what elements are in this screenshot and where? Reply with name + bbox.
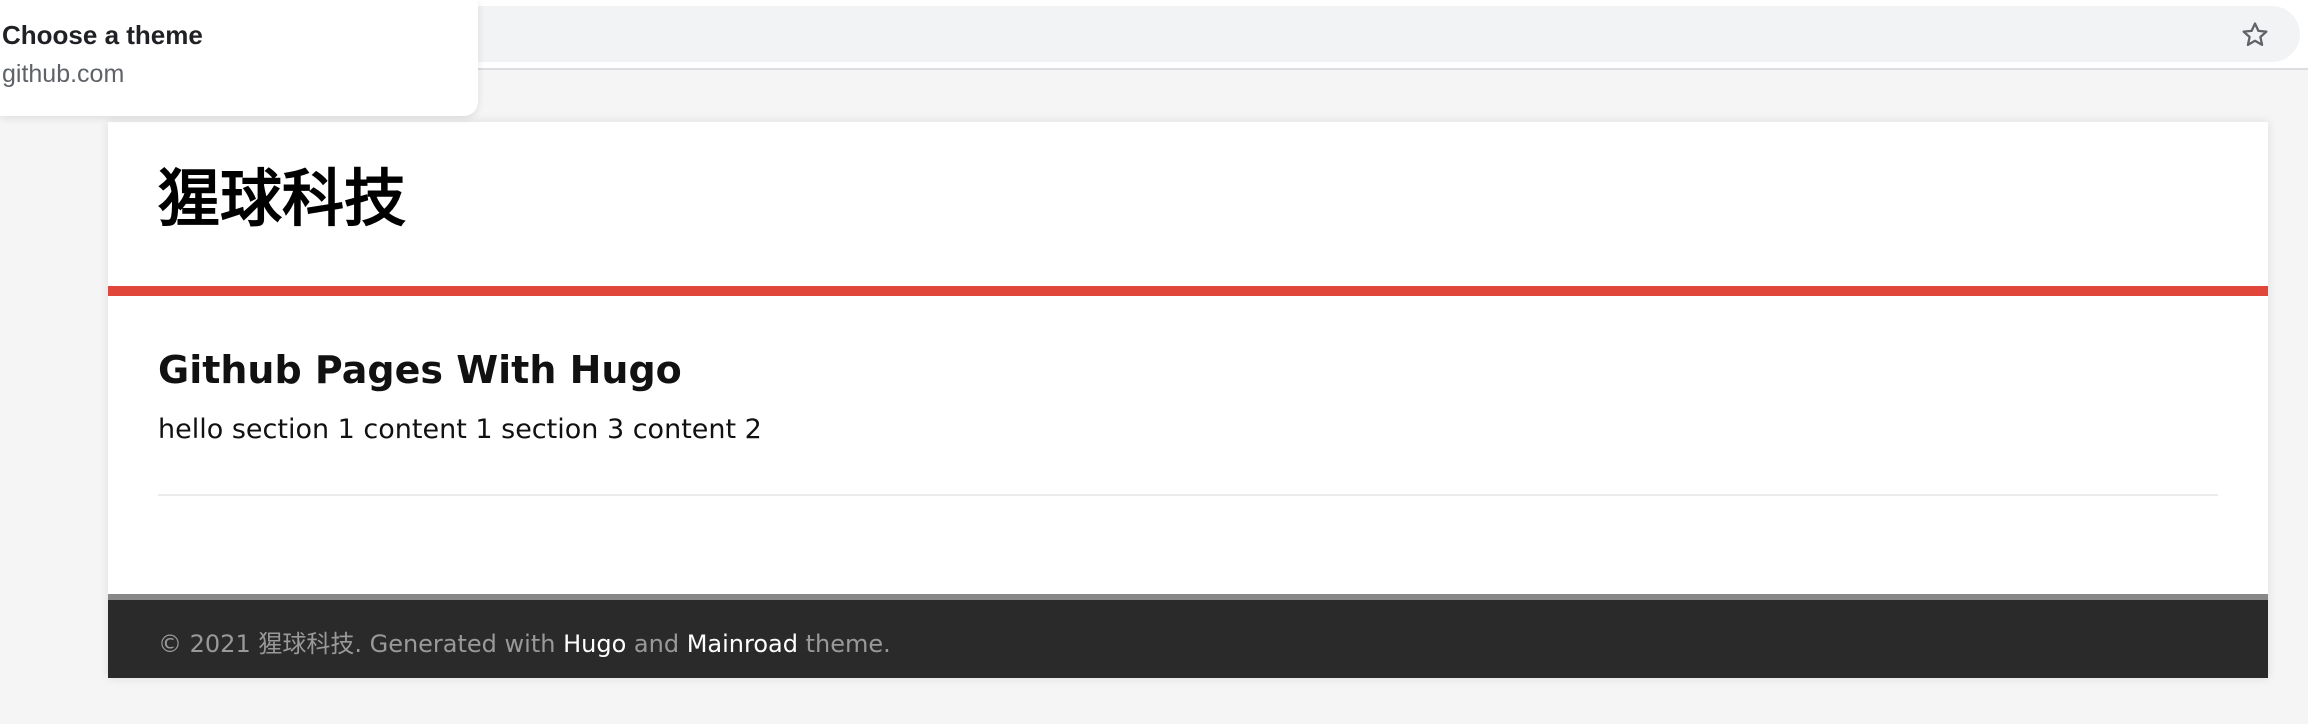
footer-and: and: [626, 630, 687, 658]
mainroad-link[interactable]: Mainroad: [687, 630, 798, 658]
post-title[interactable]: Github Pages With Hugo: [158, 348, 682, 392]
hugo-link[interactable]: Hugo: [563, 630, 626, 658]
post: Github Pages With Hugo hello section 1 c…: [158, 296, 2218, 526]
site-footer: © 2021 猩球科技. Generated with Hugo and Mai…: [108, 594, 2268, 678]
footer-suffix: theme.: [797, 630, 891, 658]
footer-prefix: © 2021 猩球科技. Generated with: [158, 630, 564, 658]
post-content: hello section 1 content 1 section 3 cont…: [158, 414, 762, 445]
site-container: 猩球科技 Github Pages With Hugo hello sectio…: [108, 122, 2268, 678]
site-header: 猩球科技: [108, 122, 2268, 286]
header-accent-stripe: [108, 286, 2268, 296]
address-bar[interactable]: [330, 6, 2300, 62]
post-divider: [158, 494, 2218, 496]
star-icon[interactable]: [2240, 20, 2270, 50]
tab-hover-card: Choose a theme github.com: [0, 0, 478, 116]
footer-copyright: © 2021 猩球科技. Generated with Hugo and Mai…: [158, 624, 891, 659]
tab-hover-card-url: github.com: [2, 60, 125, 88]
tab-hover-card-title: Choose a theme: [2, 20, 203, 50]
site-logo[interactable]: 猩球科技: [158, 168, 406, 230]
